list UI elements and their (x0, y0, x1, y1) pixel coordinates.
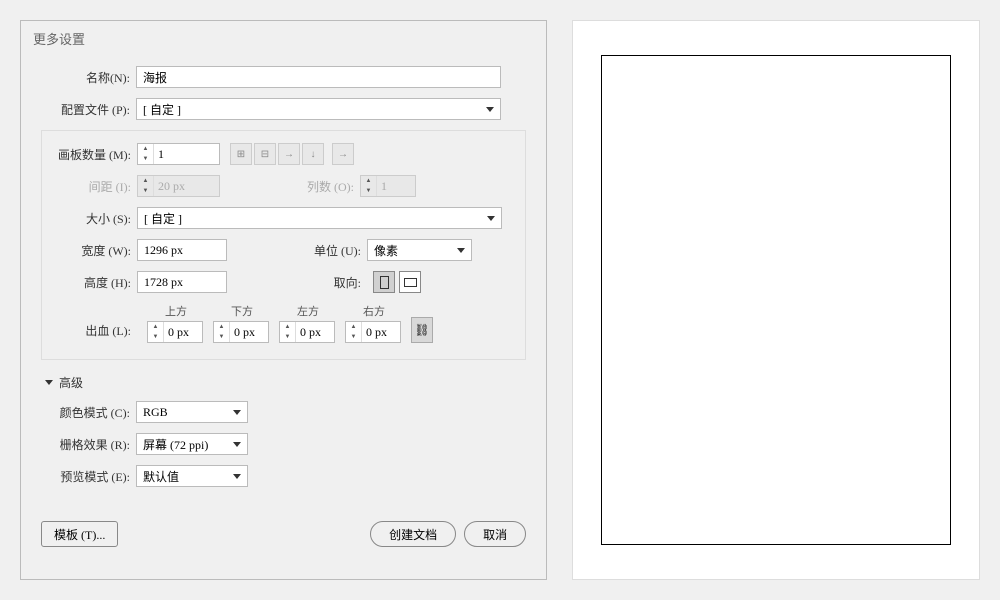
profile-label: 配置文件 (P): (41, 101, 136, 118)
columns-spinner: ▲▼ (360, 175, 416, 197)
dialog-title: 更多设置 (21, 21, 546, 56)
artboards-label: 画板数量 (M): (42, 146, 137, 163)
arrow-down-icon[interactable]: ↓ (302, 143, 324, 165)
height-input[interactable] (137, 271, 227, 293)
preview-mode-select[interactable]: 默认值 (136, 465, 248, 487)
bleed-top-spinner[interactable]: ▲▼ (147, 321, 203, 343)
bleed-label: 出血 (L): (42, 322, 137, 343)
orientation-label: 取向: (295, 274, 367, 291)
bleed-left-spinner[interactable]: ▲▼ (279, 321, 335, 343)
link-bleed-icon[interactable]: ⛓ (411, 317, 433, 343)
name-input[interactable] (136, 66, 501, 88)
color-mode-select[interactable]: RGB (136, 401, 248, 423)
arrow-next-icon[interactable]: → (332, 143, 354, 165)
columns-label: 列数 (O): (288, 178, 360, 195)
height-label: 高度 (H): (42, 274, 137, 291)
grid-col-icon[interactable]: ⊟ (254, 143, 276, 165)
orientation-portrait-button[interactable] (373, 271, 395, 293)
advanced-section-header[interactable]: 高级 (45, 374, 526, 391)
name-label: 名称(N): (41, 69, 136, 86)
bleed-right-label: 右方 (345, 303, 401, 319)
chevron-down-icon (45, 380, 53, 385)
bleed-bottom-spinner[interactable]: ▲▼ (213, 321, 269, 343)
artboard-preview (601, 55, 951, 545)
orientation-landscape-button[interactable] (399, 271, 421, 293)
bleed-left-label: 左方 (279, 303, 335, 319)
width-input[interactable] (137, 239, 227, 261)
raster-label: 栅格效果 (R): (41, 436, 136, 453)
raster-select[interactable]: 屏幕 (72 ppi) (136, 433, 248, 455)
cancel-button[interactable]: 取消 (464, 521, 526, 547)
units-label: 单位 (U): (295, 242, 367, 259)
size-select[interactable]: [ 自定 ] (137, 207, 502, 229)
spacing-spinner: ▲▼ (137, 175, 220, 197)
bleed-bottom-label: 下方 (213, 303, 269, 319)
bleed-top-label: 上方 (147, 303, 203, 319)
size-label: 大小 (S): (42, 210, 137, 227)
units-select[interactable]: 像素 (367, 239, 472, 261)
grid-row-icon[interactable]: ⊞ (230, 143, 252, 165)
artboards-spinner[interactable]: ▲▼ (137, 143, 220, 165)
spacing-label: 间距 (I): (42, 178, 137, 195)
color-mode-label: 颜色模式 (C): (41, 404, 136, 421)
profile-select[interactable]: [ 自定 ] (136, 98, 501, 120)
settings-dialog: 更多设置 名称(N): 配置文件 (P): [ 自定 ] 画板数量 (M): ▲… (20, 20, 547, 580)
bleed-right-spinner[interactable]: ▲▼ (345, 321, 401, 343)
width-label: 宽度 (W): (42, 242, 137, 259)
preview-panel (572, 20, 980, 580)
arrow-right-icon[interactable]: → (278, 143, 300, 165)
preview-mode-label: 预览模式 (E): (41, 468, 136, 485)
create-document-button[interactable]: 创建文档 (370, 521, 456, 547)
templates-button[interactable]: 模板 (T)... (41, 521, 118, 547)
